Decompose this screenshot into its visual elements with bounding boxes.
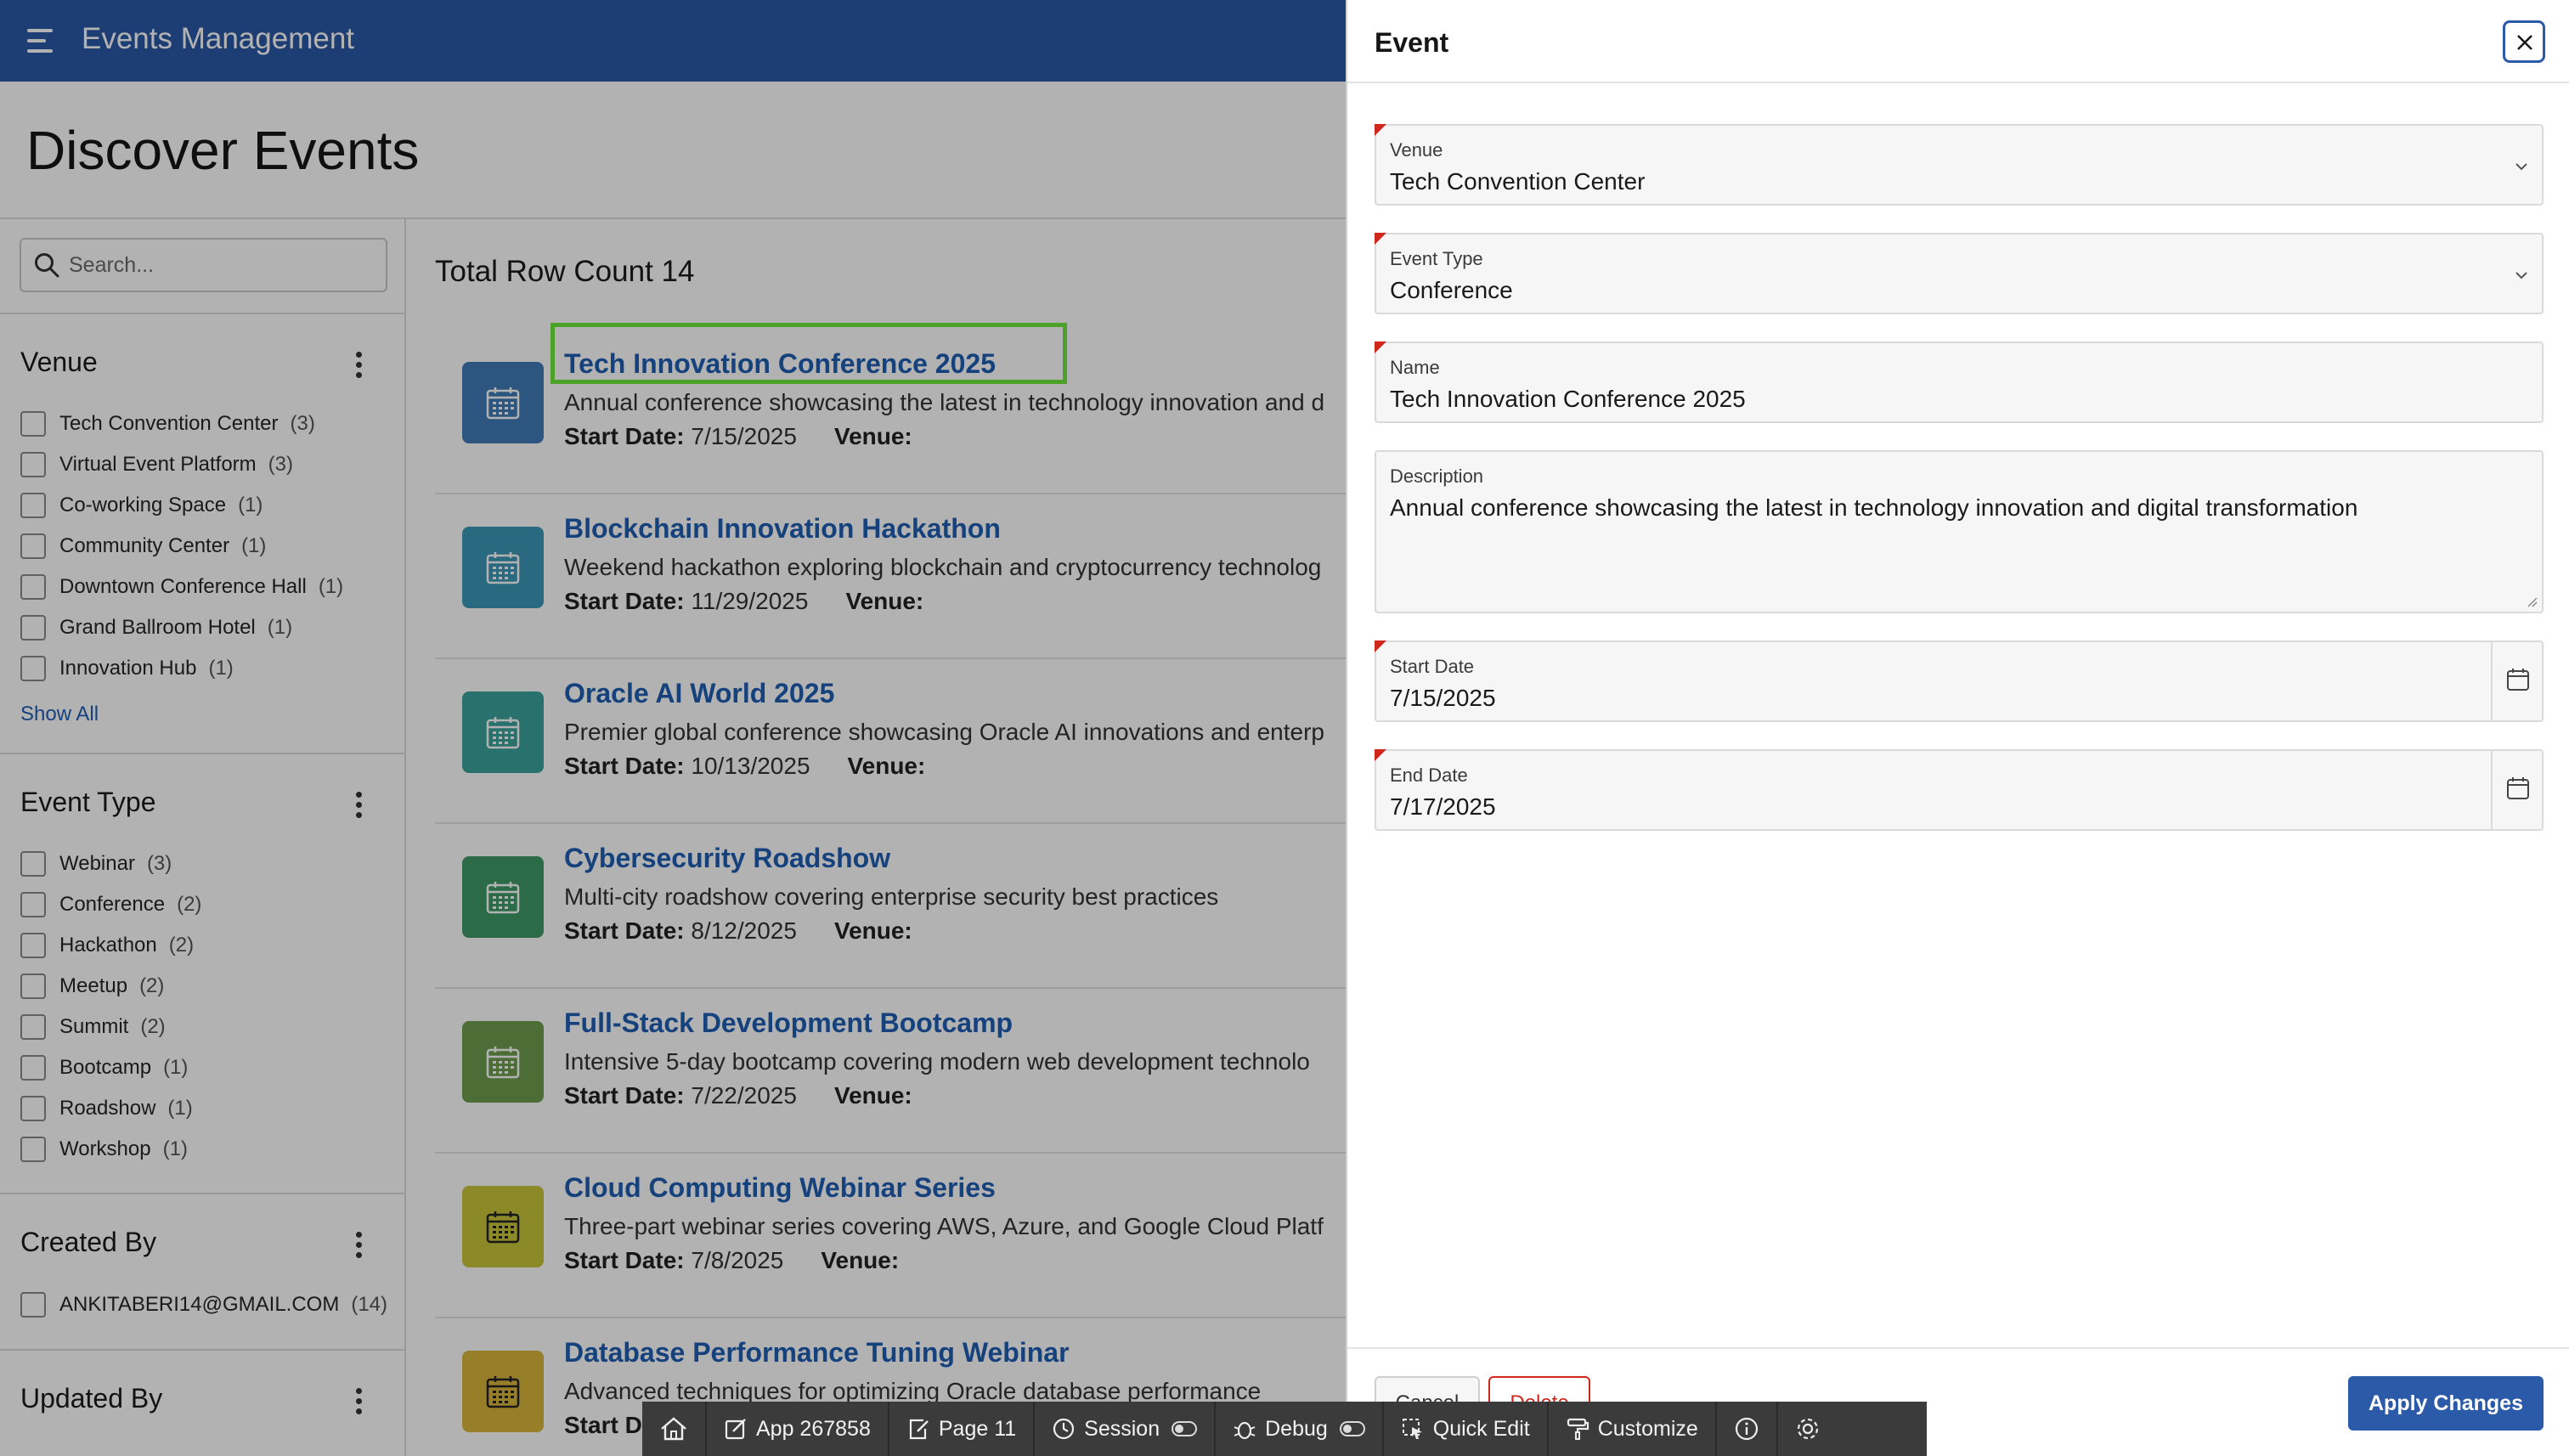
required-marker [1375, 749, 1386, 761]
dev-debug-label: Debug [1265, 1416, 1328, 1441]
name-field[interactable]: Name Tech Innovation Conference 2025 [1375, 341, 2544, 423]
developer-toolbar: App 267858 Page 11 Session Debug Quick E… [642, 1402, 1927, 1456]
end-date-field[interactable]: End Date 7/17/2025 [1375, 749, 2544, 831]
apply-changes-button[interactable]: Apply Changes [2348, 1376, 2544, 1431]
chevron-down-icon[interactable] [2513, 158, 2530, 175]
field-label: Name [1390, 357, 1440, 378]
page-edit-icon [909, 1419, 929, 1440]
date-picker-button[interactable] [2491, 642, 2544, 720]
field-value[interactable]: Tech Innovation Conference 2025 [1390, 386, 1746, 413]
start-date-field[interactable]: Start Date 7/15/2025 [1375, 641, 2544, 722]
dev-session-label: Session [1084, 1416, 1160, 1441]
dev-info-button[interactable] [1717, 1402, 1778, 1456]
debug-toggle[interactable] [1339, 1421, 1365, 1436]
dev-app-button[interactable]: App 267858 [707, 1402, 889, 1456]
dev-settings-button[interactable] [1778, 1402, 1838, 1456]
quick-edit-icon [1402, 1419, 1422, 1439]
calendar-icon [2507, 777, 2529, 799]
field-value[interactable]: 7/15/2025 [1390, 685, 1496, 712]
description-textarea[interactable]: Description Annual conference showcasing… [1375, 450, 2544, 613]
field-label: Venue [1390, 139, 1443, 161]
field-value[interactable]: Conference [1390, 277, 1513, 304]
close-button[interactable] [2503, 20, 2545, 63]
edit-icon [725, 1419, 746, 1440]
date-picker-button[interactable] [2491, 751, 2544, 829]
dev-customize-button[interactable]: Customize [1549, 1402, 1717, 1456]
session-toggle[interactable] [1172, 1421, 1198, 1436]
home-icon [661, 1417, 686, 1441]
modal-scrim[interactable] [0, 0, 1346, 1456]
bug-icon [1234, 1421, 1256, 1440]
required-marker [1375, 341, 1386, 353]
required-marker [1375, 641, 1386, 652]
session-icon [1053, 1418, 1075, 1440]
dev-home-button[interactable] [642, 1402, 707, 1456]
chevron-down-icon[interactable] [2513, 267, 2530, 284]
close-icon [2517, 35, 2532, 50]
gear-icon [1797, 1418, 1818, 1440]
field-label: End Date [1390, 765, 1468, 786]
dev-debug-button[interactable]: Debug [1216, 1402, 1384, 1456]
required-marker [1375, 233, 1386, 245]
field-value[interactable]: 7/17/2025 [1390, 793, 1496, 821]
dev-quick-edit-button[interactable]: Quick Edit [1384, 1402, 1549, 1456]
dev-page-label: Page 11 [938, 1416, 1017, 1441]
resize-handle-icon[interactable] [2525, 595, 2538, 608]
dev-customize-label: Customize [1597, 1416, 1698, 1441]
drawer-title: Event [1375, 27, 1449, 58]
field-value[interactable]: Annual conference showcasing the latest … [1390, 494, 2357, 522]
venue-select[interactable]: Venue Tech Convention Center [1375, 124, 2544, 206]
info-icon [1735, 1417, 1758, 1441]
event-type-select[interactable]: Event Type Conference [1375, 233, 2544, 314]
calendar-icon [2507, 669, 2529, 691]
field-label: Event Type [1390, 248, 1483, 269]
dev-quick-edit-label: Quick Edit [1432, 1416, 1530, 1441]
dev-app-label: App 267858 [756, 1416, 871, 1441]
drawer-header: Event [1347, 0, 2569, 83]
field-value[interactable]: Tech Convention Center [1390, 168, 1645, 195]
dev-session-button[interactable]: Session [1035, 1402, 1217, 1456]
dev-page-button[interactable]: Page 11 [889, 1402, 1036, 1456]
required-marker [1375, 124, 1386, 136]
field-label: Description [1390, 466, 1484, 487]
paint-roller-icon [1567, 1418, 1589, 1440]
field-label: Start Date [1390, 656, 1475, 677]
event-drawer: Event Venue Tech Convention Center Event… [1346, 0, 2569, 1456]
